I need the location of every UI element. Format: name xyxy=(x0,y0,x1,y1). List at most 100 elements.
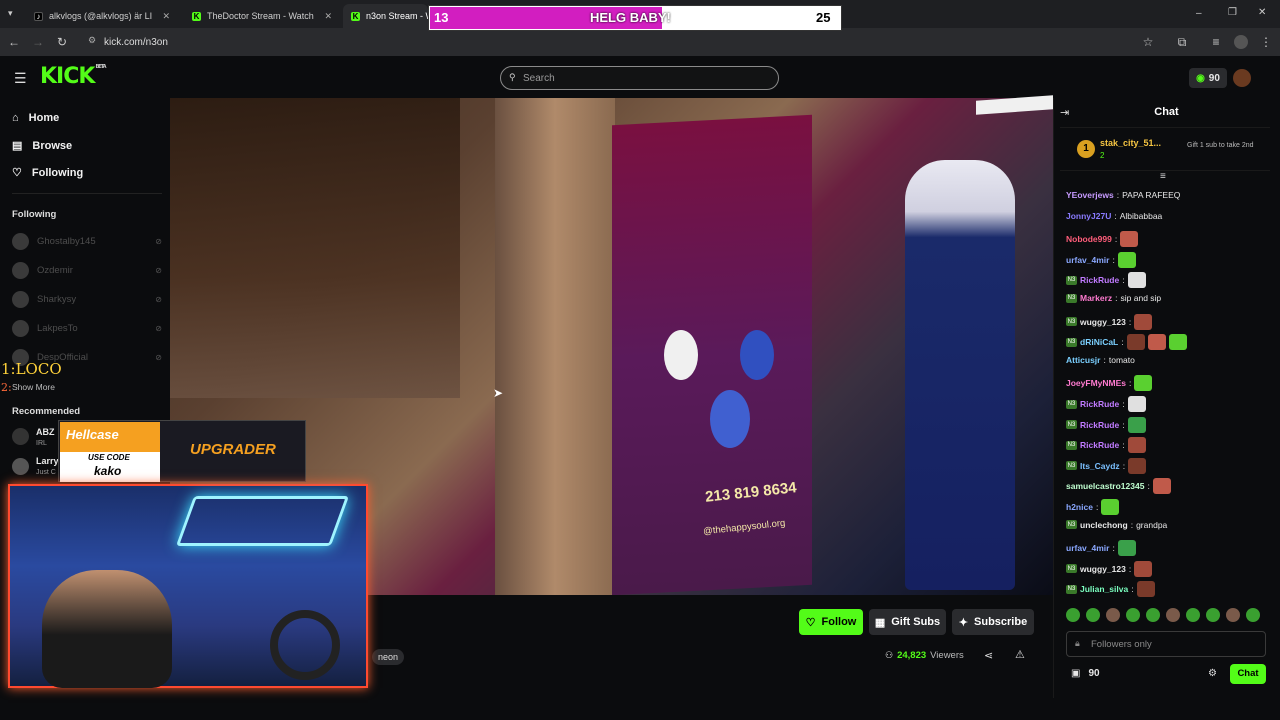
report-icon[interactable]: ⚠ xyxy=(1015,648,1025,661)
search-placeholder: Search xyxy=(523,72,555,84)
chat-settings-icon[interactable]: ⚙ xyxy=(1208,668,1217,679)
subscribe-button[interactable]: ✦ Subscribe xyxy=(952,609,1034,635)
avatar[interactable] xyxy=(12,428,29,445)
tab-title: alkvlogs (@alkvlogs) är LIVE - T xyxy=(49,11,153,21)
chat-username[interactable]: RickRude xyxy=(1080,420,1119,430)
extensions-icon[interactable]: ⧉ xyxy=(1174,34,1190,50)
chat-username[interactable]: JoeyFMyNMEs xyxy=(1066,378,1126,388)
chat-username[interactable]: samuelcastro12345 xyxy=(1066,481,1144,491)
emote-picker-icon[interactable] xyxy=(1106,608,1120,622)
emote-picker-icon[interactable] xyxy=(1206,608,1220,622)
tab-list-icon[interactable]: ▾ xyxy=(8,8,13,19)
loco-overlay-text: 1:LOCO xyxy=(1,360,62,378)
chat-username[interactable]: wuggy_123 xyxy=(1080,564,1126,574)
emote-icon xyxy=(1120,231,1139,248)
bookmark-star-icon[interactable]: ☆ xyxy=(1140,34,1156,50)
user-avatar[interactable] xyxy=(1233,69,1251,87)
leaderboard-user[interactable]: stak_city_51... xyxy=(1100,138,1161,148)
back-icon[interactable]: ← xyxy=(6,34,22,50)
close-window-icon[interactable]: ✕ xyxy=(1258,7,1266,18)
chat-separator: : xyxy=(1116,190,1120,200)
close-tab-icon[interactable]: ✕ xyxy=(162,11,170,22)
chat-username[interactable]: wuggy_123 xyxy=(1080,317,1126,327)
chat-username[interactable]: JonnyJ27U xyxy=(1066,211,1111,221)
emote-picker-icon[interactable] xyxy=(1086,608,1100,622)
site-info-icon[interactable]: ⚙ xyxy=(88,35,96,46)
chat-username[interactable]: RickRude xyxy=(1080,440,1119,450)
sidebar-item-home[interactable]: ⌂ Home xyxy=(12,112,59,124)
chat-text: sip and sip xyxy=(1120,293,1162,303)
emote-picker-icon[interactable] xyxy=(1126,608,1140,622)
emote-icon xyxy=(1126,334,1145,351)
chat-username[interactable]: RickRude xyxy=(1080,399,1119,409)
chat-message: YEoverjews: PAPA RAFEEQ xyxy=(1066,190,1180,200)
gift-subs-button[interactable]: ▦ Gift Subs xyxy=(869,609,946,635)
show-more-link[interactable]: Show More xyxy=(12,382,55,392)
search-input[interactable]: ⚲ Search xyxy=(500,66,779,90)
avatar[interactable] xyxy=(12,458,29,475)
chat-username[interactable]: RickRude xyxy=(1080,275,1119,285)
chat-separator: : xyxy=(1122,440,1125,451)
chat-username[interactable]: unclechong xyxy=(1080,520,1128,530)
streamer-figure xyxy=(42,570,172,688)
profile-avatar[interactable] xyxy=(1234,35,1248,49)
chat-separator: : xyxy=(1130,519,1134,530)
chat-username[interactable]: Julian_silva xyxy=(1080,584,1128,594)
reload-icon[interactable]: ↻ xyxy=(54,34,70,50)
kick-logo[interactable]: KICKBETA xyxy=(40,64,107,89)
chat-separator: : xyxy=(1129,378,1132,389)
forward-icon[interactable]: → xyxy=(30,34,46,50)
tag-chip[interactable]: neon xyxy=(372,649,405,665)
following-channel[interactable]: Sharkysy ⊘ xyxy=(12,291,162,308)
sidebar-item-browse[interactable]: ▤ Browse xyxy=(12,139,72,153)
recommended-channel-name[interactable]: Larry xyxy=(36,456,59,466)
chat-points[interactable]: ▣ 90 xyxy=(1071,668,1100,679)
chat-message: N3 dRiNiCaL: xyxy=(1066,334,1187,351)
close-tab-icon[interactable]: ✕ xyxy=(324,11,332,22)
following-channel[interactable]: LakpesTo ⊘ xyxy=(12,320,162,337)
avatar xyxy=(12,291,29,308)
url-field[interactable]: ⚙ kick.com/n3on xyxy=(80,32,1160,52)
chat-username[interactable]: urfav_4mir xyxy=(1066,543,1109,553)
tab-title: n3on Stream - Wa xyxy=(366,11,428,21)
emote-picker-icon[interactable] xyxy=(1186,608,1200,622)
chat-username[interactable]: YEoverjews xyxy=(1066,190,1114,200)
kick-points-badge[interactable]: ◉ 90 xyxy=(1189,68,1227,88)
emote-picker-icon[interactable] xyxy=(1226,608,1240,622)
menu-dots-icon[interactable]: ⋮ xyxy=(1258,34,1274,50)
emote-icon xyxy=(1117,540,1136,557)
kick-favicon-icon: K xyxy=(351,11,360,21)
browser-tab-1[interactable]: ♪ alkvlogs (@alkvlogs) är LIVE - T ✕ xyxy=(26,4,178,28)
chat-input[interactable]: 🔒︎ Followers only xyxy=(1066,631,1266,657)
chat-send-button[interactable]: Chat xyxy=(1230,664,1266,684)
follow-label: Follow xyxy=(821,616,857,628)
following-channel[interactable]: Ozdemir ⊘ xyxy=(12,262,162,279)
browser-tab-2[interactable]: K TheDoctor Stream - Watch Live ✕ xyxy=(184,4,340,28)
chat-username[interactable]: Markerz xyxy=(1080,293,1112,303)
recommended-channel-name[interactable]: ABZ xyxy=(36,427,55,437)
chat-username[interactable]: Its_Caydz xyxy=(1080,461,1120,471)
chat-username[interactable]: dRiNiCaL xyxy=(1080,337,1118,347)
maximize-icon[interactable]: ❐ xyxy=(1228,7,1237,18)
media-icon[interactable]: ≡ xyxy=(1208,34,1224,50)
following-channel[interactable]: Ghostalby145 ⊘ xyxy=(12,233,162,250)
chat-expand-icon[interactable]: ≡ xyxy=(1160,171,1166,182)
share-icon[interactable]: ⋖ xyxy=(984,649,993,662)
minimize-icon[interactable]: – xyxy=(1196,8,1202,19)
hamburger-menu-icon[interactable]: ☰ xyxy=(14,70,27,87)
video-window-shadow xyxy=(170,98,460,398)
sidebar-item-following[interactable]: ♡ Following xyxy=(12,166,83,180)
chat-username[interactable]: Nobode999 xyxy=(1066,234,1112,244)
poster-circle-icon xyxy=(664,330,698,380)
chat-username[interactable]: Atticusjr xyxy=(1066,355,1100,365)
nav-label: Home xyxy=(28,112,60,124)
emote-picker-icon[interactable] xyxy=(1246,608,1260,622)
chat-message: N3 wuggy_123: xyxy=(1066,313,1153,330)
chat-username[interactable]: urfav_4mir xyxy=(1066,255,1109,265)
emote-picker-icon[interactable] xyxy=(1166,608,1180,622)
emote-picker-icon[interactable] xyxy=(1066,608,1080,622)
browser-tab-3[interactable]: K n3on Stream - Wa xyxy=(343,4,428,28)
emote-picker-icon[interactable] xyxy=(1146,608,1160,622)
chat-username[interactable]: h2nice xyxy=(1066,502,1093,512)
follow-button[interactable]: ♡ Follow xyxy=(799,609,863,635)
